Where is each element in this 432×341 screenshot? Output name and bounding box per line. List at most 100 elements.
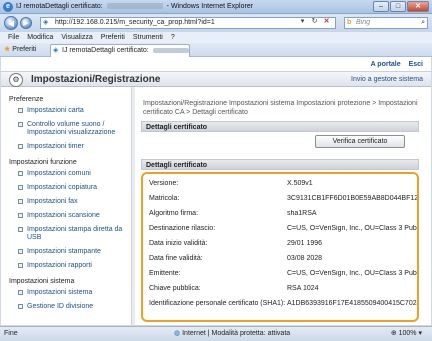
window-title-prefix: IJ remotaDettagli certificato: (16, 3, 103, 10)
sidebar-item-label: Impostazioni sistema (27, 289, 93, 296)
search-input[interactable]: b Bing ⌕ (344, 17, 428, 29)
address-input[interactable]: ◈ http://192.168.0.215/m_security_ca_pro… (40, 17, 336, 29)
bullet-icon (18, 263, 23, 268)
menu-file[interactable]: File (4, 32, 23, 43)
tab-title: IJ remotaDettagli certificato: (62, 47, 149, 54)
page-title: Impostazioni/Registrazione (31, 74, 161, 85)
back-button[interactable]: ◀ (4, 16, 18, 30)
security-zone-text: Internet | Modalità protetta: attivata (182, 330, 291, 337)
main-panel: Impostazioni/Registrazione Impostazioni … (137, 87, 431, 325)
bullet-icon (18, 108, 23, 113)
bullet-icon (18, 290, 23, 295)
header-links: A portale Esci (365, 61, 423, 68)
favorites-label: Preferiti (12, 46, 37, 53)
page-header: ⚙ Impostazioni/Registrazione Invio a ges… (1, 71, 431, 87)
detail-value: RSA 1024 (287, 285, 319, 292)
search-placeholder: Bing (356, 19, 371, 26)
section-title-dettagli-2: Dettagli certificato (141, 159, 419, 170)
sidebar-scrollbar[interactable] (131, 87, 135, 325)
sidebar-item-id-divisione[interactable]: Gestione ID divisione (1, 300, 133, 314)
forward-button[interactable]: ▶ (20, 17, 32, 29)
close-button[interactable]: ✕ (407, 1, 429, 12)
menu-help[interactable]: ? (167, 32, 179, 43)
bullet-icon (18, 249, 23, 254)
favorites-bar: ★ Preferiti ◈ IJ remotaDettagli certifica… (0, 43, 432, 57)
status-bar: Fine ◍ Internet | Modalità protetta: atti… (0, 326, 432, 341)
sidebar-item-volume[interactable]: Controllo volume suono / Impostazioni vi… (1, 118, 133, 140)
sidebar-item-label: Controllo volume suono / Impostazioni vi… (27, 121, 116, 136)
bullet-icon (18, 213, 23, 218)
sidebar-section-sistema: Impostazioni sistema (9, 278, 75, 285)
ie-logo-icon: e (3, 2, 13, 12)
detail-key: Data fine validità: (149, 255, 203, 262)
sidebar-item-timer[interactable]: Impostazioni timer (1, 140, 133, 154)
sidebar-item-label: Impostazioni copiatura (27, 184, 98, 191)
detail-value: 3C9131CB1FF6D01B0E59AB8D044BF12BE (287, 195, 417, 202)
bullet-icon (18, 185, 23, 190)
sidebar-item-label: Gestione ID divisione (27, 303, 94, 310)
detail-key: Chiave pubblica: (149, 285, 201, 292)
settings-logo-icon: ⚙ (9, 73, 23, 87)
sidebar-item-label: Impostazioni scansione (27, 212, 100, 219)
search-icon[interactable]: ⌕ (421, 18, 425, 28)
bullet-icon (18, 171, 23, 176)
minimize-button[interactable]: – (373, 1, 389, 12)
tab-favicon-icon: ◈ (53, 47, 59, 54)
breadcrumb: Impostazioni/Registrazione Impostazioni … (143, 100, 418, 116)
bing-icon: b (347, 19, 352, 26)
sidebar-item-rapporti[interactable]: Impostazioni rapporti (1, 259, 133, 273)
zoom-control[interactable]: ⊕ 100% ▾ (391, 327, 422, 341)
verify-certificate-button[interactable]: Verifica certificato (315, 135, 405, 148)
status-text: Fine (4, 330, 18, 337)
menu-bar: File Modifica Visualizza Preferiti Strum… (0, 32, 432, 43)
dropdown-icon[interactable]: ▾ (298, 17, 307, 25)
redacted-block (106, 3, 163, 10)
detail-value: X.509v1 (287, 180, 313, 187)
detail-key: Data inizio validità: (149, 240, 208, 247)
browser-tab[interactable]: ◈ IJ remotaDettagli certificato: (50, 44, 190, 57)
portal-link[interactable]: A portale (371, 61, 401, 68)
zoom-text: 100% (398, 330, 417, 337)
menu-visualizza[interactable]: Visualizza (57, 32, 96, 43)
sidebar-item-stampante[interactable]: Impostazioni stampante (1, 245, 133, 259)
detail-key: Destinazione rilascio: (149, 225, 216, 232)
detail-value: A1DB6393916F17E4185509400415C70240B (287, 300, 417, 307)
menu-preferiti[interactable]: Preferiti (97, 32, 129, 43)
url-text: http://192.168.0.215/m_security_ca_prop.… (55, 19, 215, 26)
address-toolbar: ◀ ▶ ◈ http://192.168.0.215/m_security_ca… (0, 14, 432, 32)
zoom-icon: ⊕ (390, 330, 399, 337)
sidebar-item-label: Impostazioni timer (27, 143, 84, 150)
stop-icon[interactable]: ✕ (322, 17, 331, 25)
bullet-icon (18, 304, 23, 309)
sidebar-item-scansione[interactable]: Impostazioni scansione (1, 209, 133, 223)
detail-key: Versione: (149, 180, 179, 187)
manager-link[interactable]: Invio a gestore sistema (351, 76, 423, 83)
detail-value: C=US, O=VeriSign, Inc., OU=Class 3 Publi… (287, 270, 417, 277)
sidebar-item-carta[interactable]: Impostazioni carta (1, 104, 133, 118)
maximize-button[interactable]: □ (390, 1, 406, 12)
detail-key: Algoritmo firma: (149, 210, 199, 217)
favorites-button[interactable]: ★ Preferiti (4, 45, 36, 55)
menu-strumenti[interactable]: Strumenti (129, 32, 167, 43)
menu-modifica[interactable]: Modifica (23, 32, 57, 43)
refresh-icon[interactable]: ↻ (310, 17, 319, 25)
redacted-block (152, 47, 189, 53)
page-favicon-icon: ◈ (43, 19, 49, 26)
sidebar: Preferenze Impostazioni carta Controllo … (1, 87, 133, 325)
sidebar-item-comuni[interactable]: Impostazioni comuni (1, 167, 133, 181)
sidebar-item-usb[interactable]: Impostazioni stampa diretta da USB (1, 223, 133, 245)
logout-link[interactable]: Esci (409, 61, 423, 68)
detail-key: Emittente: (149, 270, 181, 277)
sidebar-item-label: Impostazioni comuni (27, 170, 91, 177)
sidebar-item-copiatura[interactable]: Impostazioni copiatura (1, 181, 133, 195)
detail-key: Identificazione personale certificato (S… (149, 300, 286, 307)
security-zone[interactable]: ◍ Internet | Modalità protetta: attivata (174, 327, 290, 341)
sidebar-item-fax[interactable]: Impostazioni fax (1, 195, 133, 209)
sidebar-item-label: Impostazioni fax (27, 198, 78, 205)
globe-icon: ◍ (174, 330, 181, 337)
detail-value: 29/01 1996 (287, 240, 323, 247)
sidebar-item-sistema[interactable]: Impostazioni sistema (1, 286, 133, 300)
page-content: A portale Esci ⚙ Impostazioni/Registrazi… (1, 57, 431, 325)
bullet-icon (18, 144, 23, 149)
bullet-icon (18, 199, 23, 204)
